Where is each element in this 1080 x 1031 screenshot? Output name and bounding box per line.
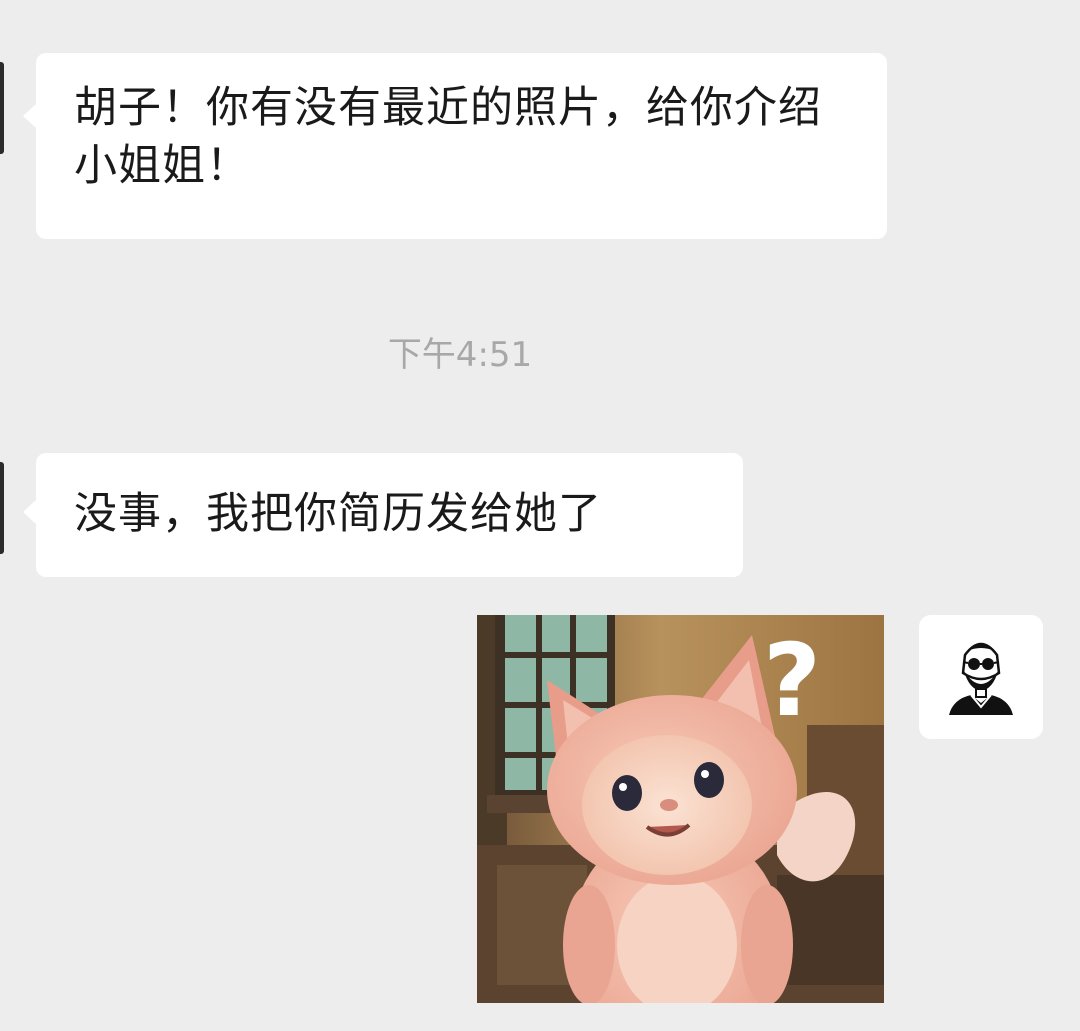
- message-bubble-incoming[interactable]: 没事，我把你简历发给她了: [23, 453, 743, 577]
- message-timestamp: 下午4:51: [387, 335, 533, 375]
- contact-avatar-edge[interactable]: [0, 462, 4, 554]
- user-avatar[interactable]: [919, 615, 1043, 739]
- contact-avatar-edge[interactable]: [0, 62, 4, 154]
- bearded-man-sunglasses-icon: [949, 642, 1013, 715]
- sticker-message[interactable]: ?: [477, 615, 884, 1003]
- message-bubble-incoming[interactable]: 胡子！你有没有最近的照片，给你介绍小姐姐！: [23, 53, 887, 239]
- message-text: 胡子！你有没有最近的照片，给你介绍小姐姐！: [74, 83, 822, 191]
- message-text: 没事，我把你简历发给她了: [74, 489, 602, 539]
- fox-plush-sticker-image: ?: [477, 615, 884, 1003]
- question-mark-text: ?: [763, 622, 821, 739]
